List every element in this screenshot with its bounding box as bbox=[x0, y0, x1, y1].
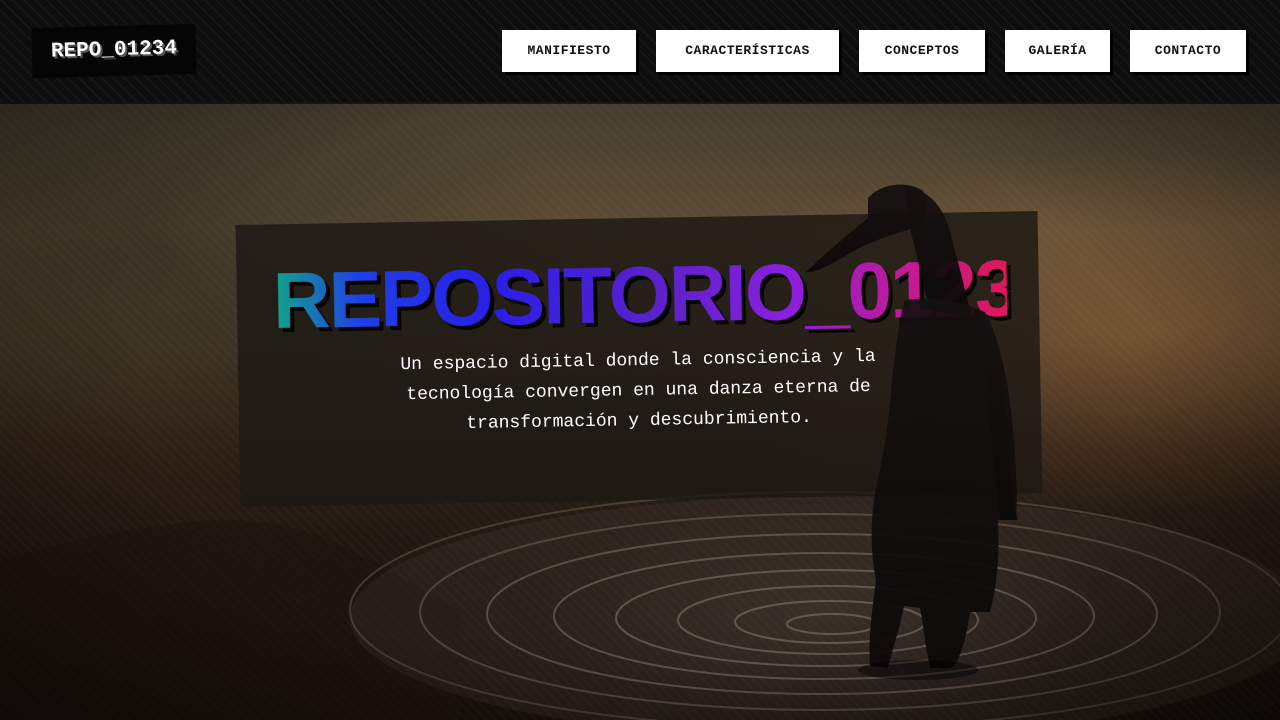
nav-item-conceptos[interactable]: CONCEPTOS bbox=[859, 30, 985, 72]
nav-item-manifiesto[interactable]: MANIFIESTO bbox=[502, 30, 636, 72]
nav-item-galeria[interactable]: GALERÍA bbox=[1005, 30, 1110, 72]
nav-item-caracteristicas[interactable]: CARACTERÍSTICAS bbox=[656, 30, 839, 72]
page: REPO_01234 MANIFIESTO CARACTERÍSTICAS CO… bbox=[0, 0, 1280, 720]
hero-subtitle: Un espacio digital donde la consciencia … bbox=[400, 346, 876, 435]
nav-item-contacto[interactable]: CONTACTO bbox=[1130, 30, 1246, 72]
hero-title: REPOSITORIO_01234 bbox=[272, 243, 1008, 346]
hero-card: REPOSITORIO_01234 Un espacio digital don… bbox=[235, 211, 1043, 507]
site-header: REPO_01234 MANIFIESTO CARACTERÍSTICAS CO… bbox=[0, 0, 1280, 102]
main-nav: MANIFIESTO CARACTERÍSTICAS CONCEPTOS GAL… bbox=[0, 30, 1280, 72]
